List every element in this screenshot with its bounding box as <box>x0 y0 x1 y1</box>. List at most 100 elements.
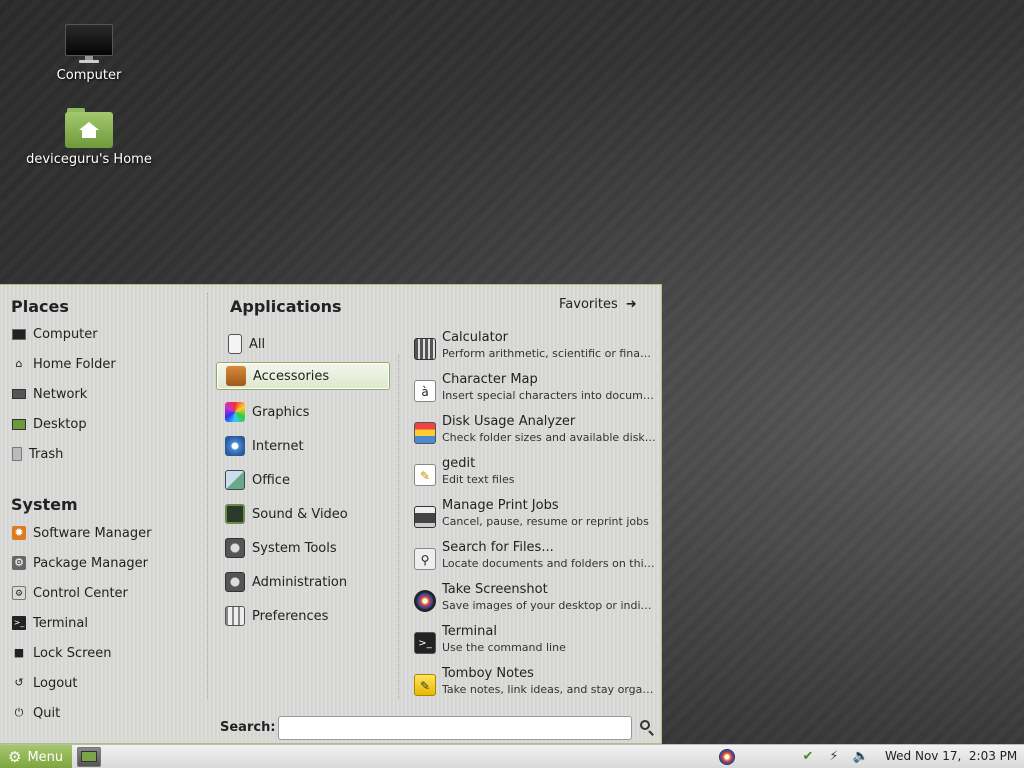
computer-icon <box>65 22 113 64</box>
app-item-calculator[interactable]: Calculator Perform arithmetic, scientifi… <box>412 330 656 370</box>
show-desktop-button[interactable] <box>77 747 101 767</box>
places-item-label: Home Folder <box>33 356 116 372</box>
app-description: Save images of your desktop or individua… <box>442 599 656 612</box>
home-folder-icon <box>65 108 113 148</box>
system-item-lock-screen[interactable]: ■ Lock Screen <box>12 642 112 664</box>
administration-icon <box>225 572 245 592</box>
category-preferences[interactable]: Preferences <box>216 602 390 630</box>
app-item-gedit[interactable]: ✎ gedit Edit text files <box>412 456 656 496</box>
clock[interactable]: Wed Nov 17, 2:03 PM <box>885 749 1017 763</box>
system-item-control-center[interactable]: ⚙ Control Center <box>12 582 128 604</box>
category-administration[interactable]: Administration <box>216 568 390 596</box>
app-item-tomboy-notes[interactable]: ✎ Tomboy Notes Take notes, link ideas, a… <box>412 666 656 706</box>
app-name: Character Map <box>442 372 538 387</box>
places-item-network[interactable]: Network <box>12 383 87 405</box>
trash-icon <box>12 447 22 461</box>
network-tray-icon[interactable]: ⚡ <box>824 747 844 767</box>
app-item-search-for-files[interactable]: ⚲ Search for Files... Locate documents a… <box>412 540 656 580</box>
app-item-character-map[interactable]: à Character Map Insert special character… <box>412 372 656 412</box>
taskbar: ⚙ Menu ✔ ⚡ 🔈 Wed Nov 17, 2:03 PM <box>0 744 1024 768</box>
terminal-icon: >_ <box>12 616 26 630</box>
places-item-home-folder[interactable]: ⌂ Home Folder <box>12 353 116 375</box>
system-item-software-manager[interactable]: ✹ Software Manager <box>12 522 151 544</box>
category-label: Office <box>252 472 290 488</box>
category-sound-video[interactable]: Sound & Video <box>216 500 390 528</box>
app-description: Use the command line <box>442 641 566 654</box>
lock-icon: ■ <box>13 646 25 659</box>
printer-icon <box>414 506 436 528</box>
category-label: Administration <box>252 574 348 590</box>
category-label: System Tools <box>252 540 337 556</box>
menu-button-label: Menu <box>27 749 64 765</box>
app-name: Disk Usage Analyzer <box>442 414 576 429</box>
category-all[interactable]: All <box>216 330 390 358</box>
all-icon <box>228 334 242 354</box>
disk-usage-icon <box>414 422 436 444</box>
notes-icon: ✎ <box>414 674 436 696</box>
app-item-manage-print-jobs[interactable]: Manage Print Jobs Cancel, pause, resume … <box>412 498 656 538</box>
app-name: Search for Files... <box>442 540 554 555</box>
terminal-icon: >_ <box>414 632 436 654</box>
system-item-label: Software Manager <box>33 525 152 541</box>
graphics-icon <box>225 402 245 422</box>
category-accessories[interactable]: Accessories <box>216 362 390 390</box>
category-label: Sound & Video <box>252 506 348 522</box>
category-office[interactable]: Office <box>216 466 390 494</box>
home-icon: ⌂ <box>15 357 23 370</box>
start-menu: Places Computer ⌂ Home Folder Network De… <box>0 284 662 744</box>
gedit-icon: ✎ <box>414 464 436 486</box>
places-title: Places <box>11 297 69 316</box>
screenshot-icon <box>414 590 436 612</box>
preferences-icon <box>225 606 245 626</box>
places-item-computer[interactable]: Computer <box>12 323 98 345</box>
system-item-label: Quit <box>33 705 61 721</box>
app-description: Cancel, pause, resume or reprint jobs <box>442 515 649 528</box>
app-item-terminal[interactable]: >_ Terminal Use the command line <box>412 624 656 664</box>
sound-video-icon <box>225 504 245 524</box>
power-icon: ⏻ <box>14 706 24 719</box>
system-item-label: Lock Screen <box>33 645 112 661</box>
system-item-package-manager[interactable]: ⚙ Package Manager <box>12 552 148 574</box>
accessories-icon <box>226 366 246 386</box>
desktop-icon-computer[interactable]: Computer <box>19 22 159 83</box>
system-item-quit[interactable]: ⏻ Quit <box>12 702 61 724</box>
places-item-desktop[interactable]: Desktop <box>12 413 87 435</box>
system-item-terminal[interactable]: >_ Terminal <box>12 612 88 634</box>
search-icon[interactable] <box>639 719 655 736</box>
app-name: gedit <box>442 456 476 471</box>
app-name: Manage Print Jobs <box>442 498 559 513</box>
favorites-button[interactable]: Favorites ➜ <box>559 297 637 312</box>
category-label: Graphics <box>252 404 310 420</box>
logout-icon: ↺ <box>14 676 24 689</box>
app-item-disk-usage-analyzer[interactable]: Disk Usage Analyzer Check folder sizes a… <box>412 414 656 454</box>
system-title: System <box>11 495 78 514</box>
category-label: Internet <box>252 438 304 454</box>
app-description: Perform arithmetic, scientific or financ… <box>442 347 656 360</box>
category-internet[interactable]: Internet <box>216 432 390 460</box>
update-shield-icon[interactable]: ✔ <box>798 747 818 767</box>
app-item-take-screenshot[interactable]: Take Screenshot Save images of your desk… <box>412 582 656 622</box>
category-label: Preferences <box>252 608 329 624</box>
app-name: Take Screenshot <box>442 582 548 597</box>
desktop-icon-home[interactable]: deviceguru's Home <box>19 108 159 167</box>
favorites-label: Favorites <box>559 297 618 312</box>
places-item-label: Computer <box>33 326 98 342</box>
category-graphics[interactable]: Graphics <box>216 398 390 426</box>
volume-icon[interactable]: 🔈 <box>851 747 871 767</box>
app-description: Insert special characters into documents <box>442 389 656 402</box>
search-input[interactable] <box>278 716 632 740</box>
character-map-icon: à <box>414 380 436 402</box>
computer-icon <box>12 328 26 340</box>
desktop-icon-label: deviceguru's Home <box>26 152 152 167</box>
places-item-label: Trash <box>29 446 64 462</box>
category-system-tools[interactable]: System Tools <box>216 534 390 562</box>
arrow-right-icon: ➜ <box>625 297 637 312</box>
category-label: Accessories <box>253 368 330 384</box>
system-item-logout[interactable]: ↺ Logout <box>12 672 77 694</box>
app-name: Terminal <box>442 624 497 639</box>
places-item-trash[interactable]: Trash <box>12 443 63 465</box>
screenshot-tray-icon[interactable] <box>717 747 737 767</box>
column-divider <box>398 355 399 699</box>
app-description: Take notes, link ideas, and stay organiz… <box>442 683 656 696</box>
menu-button[interactable]: ⚙ Menu <box>0 745 72 768</box>
